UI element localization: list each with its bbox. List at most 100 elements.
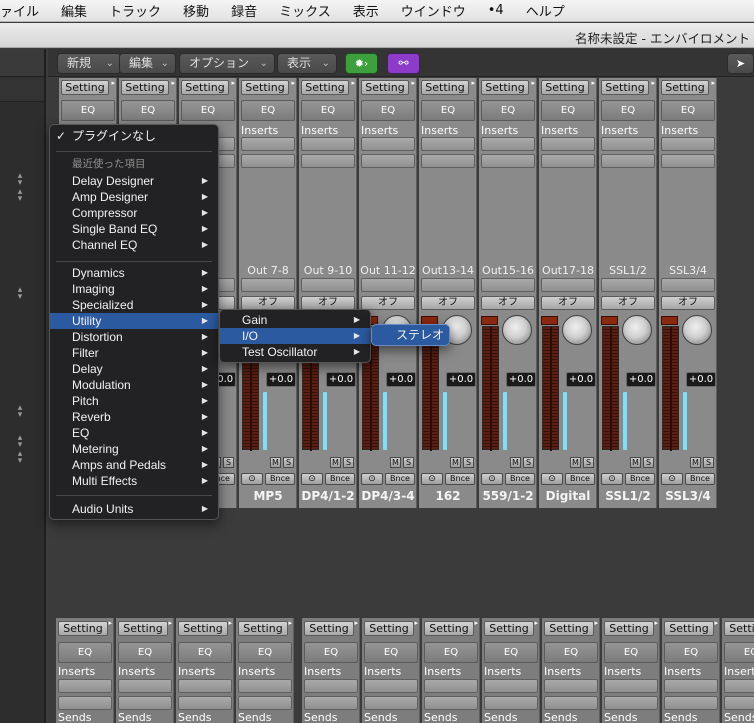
- mute-button[interactable]: M: [390, 457, 401, 468]
- bounce-button[interactable]: Bnce: [685, 473, 715, 485]
- insert-slot[interactable]: [661, 154, 715, 168]
- setting-button[interactable]: Setting: [304, 621, 354, 636]
- output-slot[interactable]: [541, 278, 595, 292]
- volume-readout[interactable]: +0.0: [626, 372, 656, 387]
- mute-button[interactable]: M: [630, 457, 641, 468]
- automation-button[interactable]: オフ: [601, 296, 655, 310]
- menu-view[interactable]: 表示: [342, 1, 390, 20]
- output-slot[interactable]: [301, 278, 355, 292]
- automation-button[interactable]: オフ: [541, 296, 595, 310]
- insert-slot[interactable]: [484, 696, 538, 710]
- plugin-category-item[interactable]: Distortion ▶: [50, 329, 218, 345]
- plugin-category-item[interactable]: Delay ▶: [50, 361, 218, 377]
- eq-button[interactable]: EQ: [604, 642, 658, 663]
- plugin-category-item[interactable]: Modulation ▶: [50, 377, 218, 393]
- setting-button[interactable]: Setting: [121, 80, 169, 95]
- recent-plugin-item[interactable]: Single Band EQ ▶: [50, 221, 218, 237]
- channel-name[interactable]: 559/1-2: [479, 489, 537, 503]
- mute-button[interactable]: M: [510, 457, 521, 468]
- eq-button[interactable]: EQ: [241, 100, 295, 121]
- setting-button[interactable]: Setting: [58, 621, 108, 636]
- insert-slot[interactable]: [238, 679, 292, 693]
- output-label[interactable]: Out17-18: [539, 264, 597, 277]
- setting-button[interactable]: Setting: [544, 621, 594, 636]
- automation-button[interactable]: オフ: [241, 296, 295, 310]
- setting-button[interactable]: Setting: [178, 621, 228, 636]
- link-toggle-button[interactable]: ⊙: [361, 473, 383, 485]
- insert-slot[interactable]: [661, 137, 715, 151]
- bounce-button[interactable]: Bnce: [625, 473, 655, 485]
- eq-button[interactable]: EQ: [481, 100, 535, 121]
- plugin-category-item[interactable]: Pitch ▶: [50, 393, 218, 409]
- insert-slot[interactable]: [604, 679, 658, 693]
- volume-readout[interactable]: +0.0: [266, 372, 296, 387]
- output-slot[interactable]: [481, 278, 535, 292]
- volume-fader[interactable]: [323, 392, 327, 450]
- options-menu-button[interactable]: オプション ⌄: [179, 53, 275, 74]
- link-toggle-button[interactable]: ⊙: [241, 473, 263, 485]
- plugin-menu-no-plugin[interactable]: ✓ プラグインなし: [50, 128, 218, 144]
- solo-button[interactable]: S: [283, 457, 294, 468]
- eq-button[interactable]: EQ: [361, 100, 415, 121]
- insert-slot[interactable]: [541, 154, 595, 168]
- menu-navigate[interactable]: 移動: [172, 1, 220, 20]
- automation-button[interactable]: オフ: [421, 296, 475, 310]
- plugin-category-item[interactable]: Reverb ▶: [50, 409, 218, 425]
- solo-button[interactable]: S: [643, 457, 654, 468]
- link-toggle-button[interactable]: ⊙: [301, 473, 323, 485]
- utility-test-oscillator[interactable]: Test Oscillator ▶: [220, 344, 370, 360]
- bounce-button[interactable]: Bnce: [505, 473, 535, 485]
- setting-button[interactable]: Setting: [541, 80, 589, 95]
- eq-button[interactable]: EQ: [121, 100, 175, 121]
- setting-button[interactable]: Setting: [364, 621, 414, 636]
- insert-slot[interactable]: [544, 679, 598, 693]
- bounce-button[interactable]: Bnce: [265, 473, 295, 485]
- insert-slot[interactable]: [58, 696, 112, 710]
- insert-slot[interactable]: [58, 679, 112, 693]
- eq-button[interactable]: EQ: [424, 642, 478, 663]
- insert-slot[interactable]: [178, 696, 232, 710]
- plugin-category-item[interactable]: Specialized ▶: [50, 297, 218, 313]
- volume-readout[interactable]: +0.0: [506, 372, 536, 387]
- eq-button[interactable]: EQ: [118, 642, 172, 663]
- recent-plugin-item[interactable]: Delay Designer ▶: [50, 173, 218, 189]
- bounce-button[interactable]: Bnce: [325, 473, 355, 485]
- solo-button[interactable]: S: [463, 457, 474, 468]
- bounce-button[interactable]: Bnce: [445, 473, 475, 485]
- link-toggle-button[interactable]: ⊙: [661, 473, 683, 485]
- plugin-menu-audio-units[interactable]: Audio Units ▶: [50, 501, 218, 517]
- solo-button[interactable]: S: [223, 457, 234, 468]
- volume-readout[interactable]: +0.0: [386, 372, 416, 387]
- setting-button[interactable]: Setting: [724, 621, 754, 636]
- bounce-button[interactable]: Bnce: [565, 473, 595, 485]
- link-toggle-button[interactable]: ⊙: [541, 473, 563, 485]
- insert-slot[interactable]: [118, 696, 172, 710]
- volume-readout[interactable]: +0.0: [446, 372, 476, 387]
- channel-name[interactable]: Digital: [539, 489, 597, 503]
- mute-button[interactable]: M: [690, 457, 701, 468]
- insert-slot[interactable]: [241, 154, 295, 168]
- eq-button[interactable]: EQ: [661, 100, 715, 121]
- mute-button[interactable]: M: [330, 457, 341, 468]
- volume-fader[interactable]: [683, 392, 687, 450]
- plugin-category-item[interactable]: Dynamics ▶: [50, 265, 218, 281]
- channel-name[interactable]: DP4/1-2: [299, 489, 357, 503]
- eq-button[interactable]: EQ: [601, 100, 655, 121]
- insert-slot[interactable]: [544, 696, 598, 710]
- output-slot[interactable]: [661, 278, 715, 292]
- stepper-icon[interactable]: ▴ ▾: [14, 286, 26, 302]
- eq-button[interactable]: EQ: [304, 642, 358, 663]
- menu-edit[interactable]: 編集: [50, 1, 98, 20]
- insert-slot[interactable]: [421, 137, 475, 151]
- eq-button[interactable]: EQ: [541, 100, 595, 121]
- insert-slot[interactable]: [724, 679, 754, 693]
- volume-readout[interactable]: +0.0: [566, 372, 596, 387]
- insert-slot[interactable]: [424, 679, 478, 693]
- insert-slot[interactable]: [481, 154, 535, 168]
- output-label[interactable]: SSL1/2: [599, 264, 657, 277]
- insert-slot[interactable]: [304, 679, 358, 693]
- setting-button[interactable]: Setting: [484, 621, 534, 636]
- eq-button[interactable]: EQ: [238, 642, 292, 663]
- output-slot[interactable]: [421, 278, 475, 292]
- setting-button[interactable]: Setting: [664, 621, 714, 636]
